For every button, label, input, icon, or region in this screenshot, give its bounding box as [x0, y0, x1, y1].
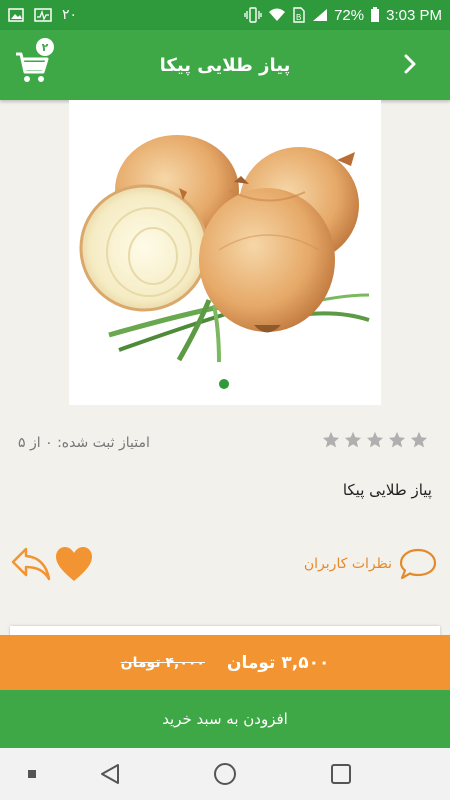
nav-bar — [0, 748, 450, 800]
comments-link[interactable]: نظرات کاربران — [304, 547, 438, 581]
battery-icon — [371, 7, 380, 22]
price-new: ۳,۵۰۰ تومان — [226, 652, 330, 673]
status-right: B 72% 3:03 PM — [244, 7, 442, 24]
comment-icon — [399, 548, 437, 580]
price-bar: ۳,۵۰۰ تومان ۴,۰۰۰ تومان — [0, 635, 450, 690]
notification-count: ۲۰ — [62, 7, 78, 23]
status-left: ۲۰ — [8, 7, 77, 23]
add-to-cart-button[interactable]: افزودن به سبد خرید — [0, 690, 450, 748]
onion-image — [79, 135, 370, 363]
gallery-dot[interactable] — [219, 379, 229, 389]
share-icon — [11, 547, 51, 581]
sim-icon: B — [293, 7, 305, 23]
cart-badge: ۲ — [36, 38, 54, 56]
rating-text: امتیاز ثبت شده: ۰ از ۵ — [18, 435, 150, 451]
signal-icon — [313, 9, 328, 21]
svg-text:B: B — [296, 13, 301, 22]
page-title: پیاز طلایی پیکا — [159, 54, 291, 76]
like-button[interactable] — [54, 545, 94, 583]
chevron-right-icon — [404, 54, 416, 74]
star-icon[interactable] — [344, 431, 362, 449]
star-icon[interactable] — [322, 431, 340, 449]
star-icon[interactable] — [366, 431, 384, 449]
recents-dot-icon[interactable] — [28, 770, 36, 778]
price-old: ۴,۰۰۰ تومان — [120, 654, 205, 671]
back-button[interactable] — [398, 52, 422, 76]
product-name: پیاز طلایی پیکا — [342, 481, 432, 499]
activity-icon — [34, 8, 52, 22]
wifi-icon — [269, 8, 286, 21]
star-icon[interactable] — [388, 431, 406, 449]
star-icon[interactable] — [410, 431, 428, 449]
status-bar: ۲۰ B 72% 3:03 PM — [0, 0, 450, 30]
status-time: 3:03 PM — [386, 6, 442, 24]
cart-button[interactable]: ۲ — [14, 38, 54, 82]
battery-percent: 72% — [334, 6, 365, 24]
home-circle-icon[interactable] — [213, 762, 237, 786]
heart-icon — [56, 547, 92, 581]
image-icon — [8, 8, 24, 22]
product-image-card[interactable] — [69, 100, 381, 405]
share-button[interactable] — [10, 545, 52, 583]
comments-label: نظرات کاربران — [303, 556, 392, 572]
overview-square-icon[interactable] — [330, 763, 352, 785]
app-bar: ۲ پیاز طلایی پیکا — [0, 30, 450, 100]
vibrate-icon — [244, 7, 262, 23]
back-triangle-icon[interactable] — [98, 762, 122, 786]
rating-stars[interactable] — [322, 431, 428, 449]
